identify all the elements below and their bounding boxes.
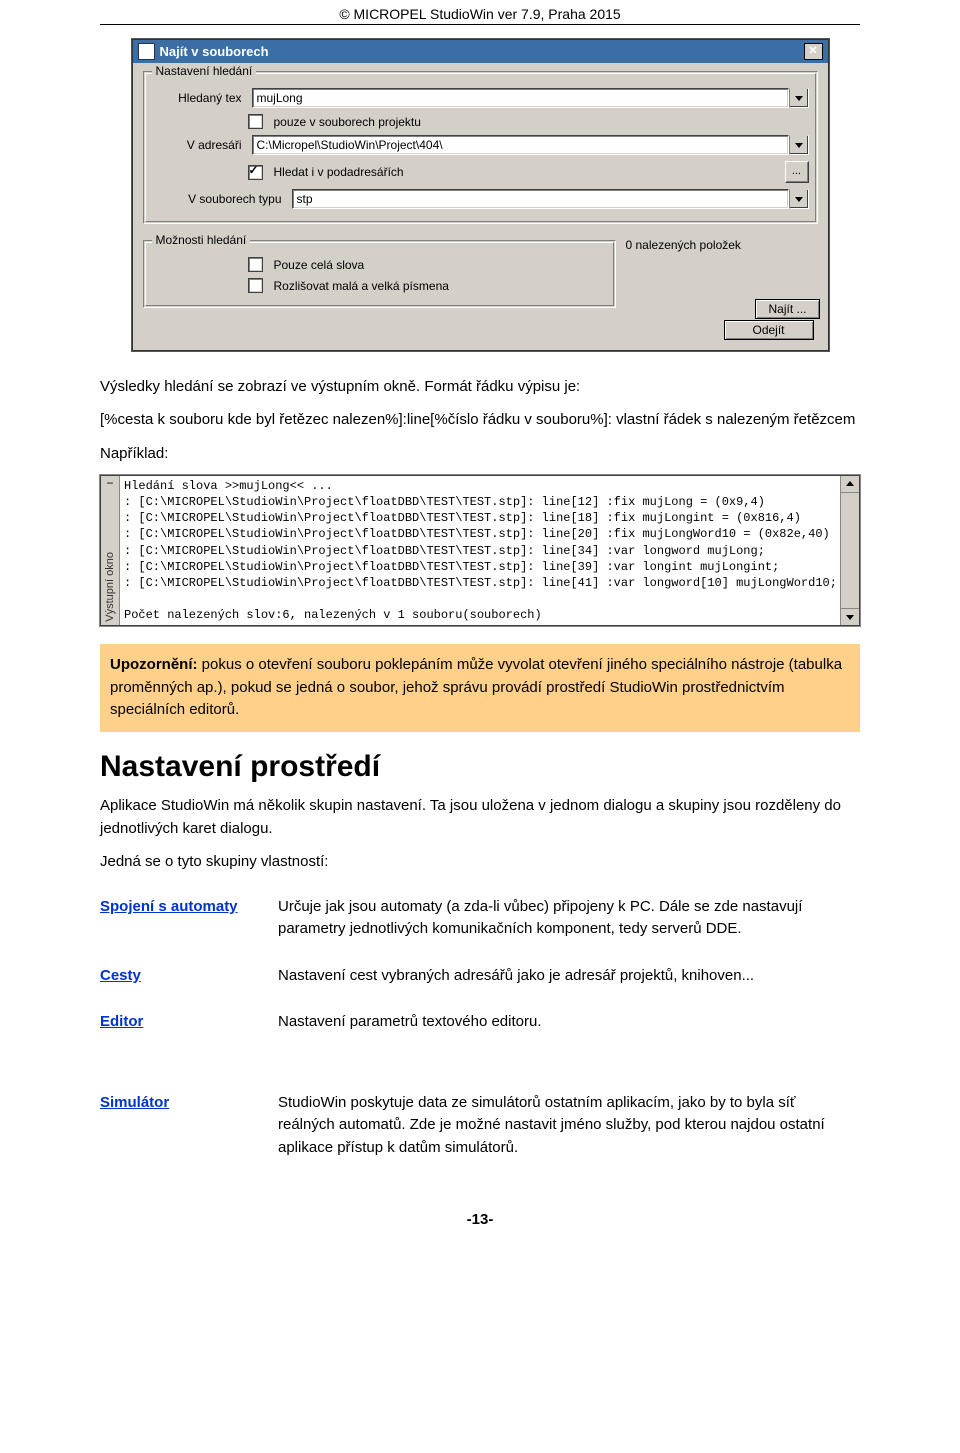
callout-strong: Upozornění: [110, 656, 198, 673]
project-only-label: pouze v souborech projektu [274, 115, 421, 129]
group-label-options: Možnosti hledání [152, 233, 251, 247]
found-count-text: 0 nalezených položek [620, 238, 820, 252]
paragraph: Jedná se o tyto skupiny vlastností: [100, 850, 860, 873]
search-text-combo[interactable]: mujLong [252, 88, 809, 108]
chevron-down-icon[interactable] [789, 189, 809, 209]
chevron-down-icon[interactable] [789, 88, 809, 108]
format-line: [%cesta k souboru kde byl řetězec naleze… [100, 408, 860, 431]
scrollbar[interactable] [840, 476, 859, 626]
find-button[interactable]: Najít ... [755, 299, 819, 319]
warning-callout: Upozornění: pokus o otevření souboru pok… [100, 644, 860, 732]
search-text-input[interactable]: mujLong [252, 88, 789, 108]
subdirs-checkbox[interactable] [248, 165, 263, 180]
directory-combo[interactable]: C:\Micropel\StudioWin\Project\404\ [252, 135, 809, 155]
whole-words-checkbox[interactable] [248, 257, 263, 272]
search-options-group: Možnosti hledání Pouze celá slova Rozliš… [143, 240, 616, 308]
callout-text: pokus o otevření souboru poklepáním může… [110, 656, 842, 718]
filetype-input[interactable]: stp [292, 189, 789, 209]
page-number: -13- [100, 1211, 860, 1228]
case-sensitive-checkbox[interactable] [248, 278, 263, 293]
app-icon [138, 43, 155, 60]
directory-input[interactable]: C:\Micropel\StudioWin\Project\404\ [252, 135, 789, 155]
output-side-label: Výstupní okno [104, 552, 116, 622]
output-lines: Hledání slova >>mujLong<< ... : [C:\MICR… [120, 476, 840, 626]
close-icon[interactable]: ✕ [804, 43, 823, 60]
titlebar: Najít v souborech ✕ [133, 40, 828, 63]
section-heading: Nastavení prostředí [100, 750, 860, 784]
properties-table: Spojení s automaty Určuje jak jsou automa… [100, 884, 860, 1172]
property-desc: Určuje jak jsou automaty (a zda-li vůbec… [278, 884, 860, 953]
property-link[interactable]: Editor [100, 1013, 143, 1030]
filetype-label: V souborech typu [152, 192, 286, 206]
scroll-down-icon[interactable] [841, 608, 859, 625]
paragraph: Například: [100, 442, 860, 465]
whole-words-label: Pouze celá slova [274, 258, 365, 272]
paragraph: Aplikace StudioWin má několik skupin nas… [100, 794, 860, 841]
directory-label: V adresáři [152, 138, 246, 152]
filetype-combo[interactable]: stp [292, 189, 809, 209]
property-link[interactable]: Cesty [100, 967, 141, 984]
paragraph: Výsledky hledání se zobrazí ve výstupním… [100, 375, 860, 398]
property-link[interactable]: Spojení s automaty [100, 898, 238, 915]
collapse-icon[interactable]: − [106, 478, 113, 490]
browse-button[interactable]: ... [785, 161, 809, 183]
project-only-checkbox[interactable] [248, 114, 263, 129]
property-desc: StudioWin poskytuje data ze simulátorů o… [278, 1080, 860, 1172]
subdirs-label: Hledat i v podadresářích [274, 165, 404, 179]
page-header: © MICROPEL StudioWin ver 7.9, Praha 2015 [100, 0, 860, 25]
search-results-output: − Výstupní okno Hledání slova >>mujLong<… [100, 475, 860, 627]
scroll-up-icon[interactable] [841, 476, 859, 493]
search-text-label: Hledaný tex [152, 91, 246, 105]
group-label-search: Nastavení hledání [152, 64, 257, 78]
case-sensitive-label: Rozlišovat malá a velká písmena [274, 279, 449, 293]
property-desc: Nastavení parametrů textového editoru. [278, 999, 860, 1046]
property-desc: Nastavení cest vybraných adresářů jako j… [278, 953, 860, 1000]
search-settings-group: Nastavení hledání Hledaný tex mujLong po… [143, 71, 818, 224]
property-link[interactable]: Simulátor [100, 1094, 169, 1111]
dialog-title: Najít v souborech [160, 44, 799, 59]
chevron-down-icon[interactable] [789, 135, 809, 155]
find-in-files-dialog: Najít v souborech ✕ Nastavení hledání Hl… [132, 39, 829, 351]
exit-button[interactable]: Odejít [724, 320, 814, 340]
